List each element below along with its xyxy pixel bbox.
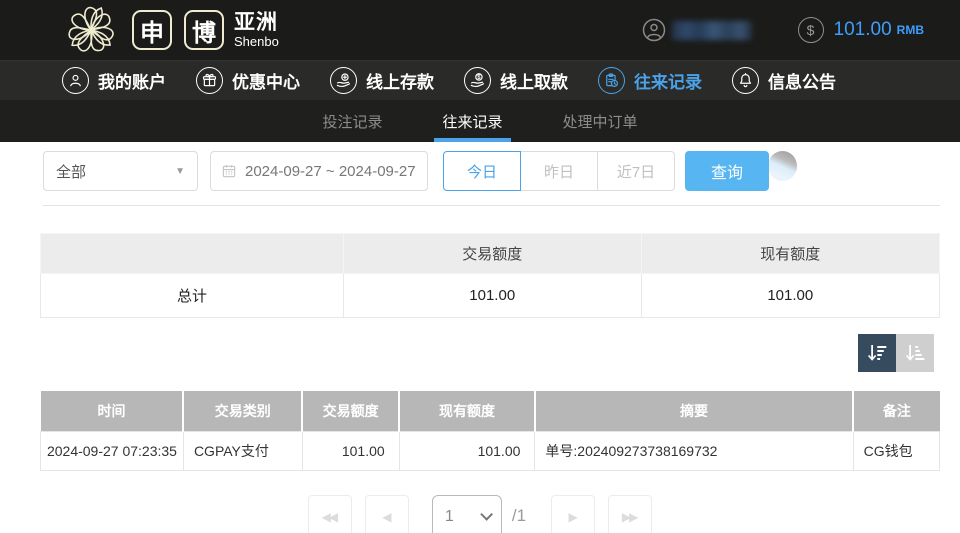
date-range-input[interactable]: 2024-09-27 ~ 2024-09-27 xyxy=(210,151,428,191)
cell-summary: 单号:202409273738169732 xyxy=(535,431,853,470)
pagination: ◀◀ ◀ 1 /1 ▶ ▶▶ xyxy=(0,495,960,533)
summary-total-label: 总计 xyxy=(41,274,344,318)
sort-descending-button[interactable] xyxy=(858,334,896,372)
nav-label: 线上存款 xyxy=(366,68,434,93)
type-filter-select[interactable]: 全部 ▼ xyxy=(43,151,198,191)
username-redacted[interactable] xyxy=(672,21,752,40)
sort-descending-icon xyxy=(865,341,889,365)
quick-date-buttons: 今日 昨日 近7日 xyxy=(443,151,675,191)
page-total-label: /1 xyxy=(512,506,526,526)
sort-ascending-button[interactable] xyxy=(896,334,934,372)
logo-brand-text: Shenbo xyxy=(234,35,279,48)
dollar-coin-icon: $ xyxy=(798,17,824,43)
nav-item-announcements[interactable]: 信息公告 xyxy=(732,67,836,94)
filter-row: 全部 ▼ 2024-09-27 ~ 2024-09-27 今日 昨日 近7日 查… xyxy=(43,151,960,191)
sort-ascending-icon xyxy=(903,341,927,365)
summary-total-row: 总计 101.00 101.00 xyxy=(41,274,940,318)
col-current-amount: 现有额度 xyxy=(399,391,535,431)
nav-item-withdraw[interactable]: $ 线上取款 xyxy=(464,67,568,94)
cell-time: 2024-09-27 07:23:35 xyxy=(41,431,184,470)
col-remark: 备注 xyxy=(853,391,939,431)
site-logo[interactable]: 申 博 亚洲 Shenbo xyxy=(62,2,279,58)
summary-header-current-amount: 现有额度 xyxy=(641,234,939,274)
user-icon xyxy=(62,67,89,94)
table-row: 2024-09-27 07:23:35 CGPAY支付 101.00 101.0… xyxy=(41,431,940,470)
chevron-down-icon: ▼ xyxy=(175,166,185,177)
balance-amount[interactable]: 101.00 xyxy=(834,19,892,41)
cell-current-amount: 101.00 xyxy=(399,431,535,470)
logo-char-box: 博 xyxy=(184,10,224,50)
page-select-value: 1 xyxy=(445,508,454,526)
withdraw-hand-coin-icon: $ xyxy=(464,67,491,94)
nav-item-transaction-records[interactable]: 往来记录 xyxy=(598,67,702,94)
cell-remark: CG钱包 xyxy=(853,431,939,470)
summary-header-trade-amount: 交易额度 xyxy=(343,234,641,274)
cell-type: CGPAY支付 xyxy=(183,431,302,470)
content-area: 全部 ▼ 2024-09-27 ~ 2024-09-27 今日 昨日 近7日 查… xyxy=(0,151,960,533)
nav-label: 往来记录 xyxy=(634,68,702,93)
nav-item-my-account[interactable]: 我的账户 xyxy=(62,67,166,94)
page: 申 博 亚洲 Shenbo $ 101.00 RMB xyxy=(0,0,960,533)
nav-item-promotions[interactable]: 优惠中心 xyxy=(196,67,300,94)
tab-processing-orders[interactable]: 处理中订单 xyxy=(555,100,646,142)
balance-currency: RMB xyxy=(897,23,924,37)
records-table: 时间 交易类别 交易额度 现有额度 摘要 备注 2024-09-27 07:23… xyxy=(40,391,940,471)
calendar-icon xyxy=(221,163,237,179)
date-range-value: 2024-09-27 ~ 2024-09-27 xyxy=(245,163,416,180)
page-select[interactable]: 1 xyxy=(432,495,502,533)
logo-region-text: 亚洲 xyxy=(234,12,279,33)
deposit-hand-coin-icon xyxy=(330,67,357,94)
nav-label: 优惠中心 xyxy=(232,68,300,93)
today-button[interactable]: 今日 xyxy=(443,151,521,191)
summary-trade-amount: 101.00 xyxy=(343,274,641,318)
prev-page-button[interactable]: ◀ xyxy=(365,495,409,533)
tab-betting-records[interactable]: 投注记录 xyxy=(314,100,390,142)
flower-logo-icon xyxy=(62,2,120,58)
first-page-button[interactable]: ◀◀ xyxy=(308,495,352,533)
tab-transaction-records[interactable]: 往来记录 xyxy=(434,100,510,142)
divider xyxy=(43,205,940,206)
nav-label: 信息公告 xyxy=(768,68,836,93)
nav-label: 线上取款 xyxy=(500,68,568,93)
sort-controls xyxy=(0,334,934,372)
user-avatar-icon[interactable] xyxy=(642,18,666,42)
nav-label: 我的账户 xyxy=(98,68,166,93)
col-type: 交易类别 xyxy=(183,391,302,431)
yesterday-button[interactable]: 昨日 xyxy=(520,151,598,191)
nav-item-deposit[interactable]: 线上存款 xyxy=(330,67,434,94)
summary-current-amount: 101.00 xyxy=(641,274,939,318)
chevron-down-icon xyxy=(480,508,493,521)
gift-icon xyxy=(196,67,223,94)
records-header-row: 时间 交易类别 交易额度 现有额度 摘要 备注 xyxy=(41,391,940,431)
main-nav: 我的账户 优惠中心 线上存款 $ 线上取款 往来记录 xyxy=(0,60,960,100)
last-page-button[interactable]: ▶▶ xyxy=(608,495,652,533)
summary-header-empty xyxy=(41,234,344,274)
cell-trade-amount: 101.00 xyxy=(302,431,399,470)
summary-table: 交易额度 现有额度 总计 101.00 101.00 xyxy=(40,233,940,318)
search-button[interactable]: 查询 xyxy=(685,151,769,191)
last-7-days-button[interactable]: 近7日 xyxy=(597,151,675,191)
col-trade-amount: 交易额度 xyxy=(302,391,399,431)
col-summary: 摘要 xyxy=(535,391,853,431)
type-filter-value: 全部 xyxy=(56,161,86,182)
sub-nav: 投注记录 往来记录 处理中订单 xyxy=(0,100,960,142)
records-clipboard-clock-icon xyxy=(598,67,625,94)
next-page-button[interactable]: ▶ xyxy=(551,495,595,533)
summary-header-row: 交易额度 现有额度 xyxy=(41,234,940,274)
col-time: 时间 xyxy=(41,391,184,431)
bell-icon xyxy=(732,67,759,94)
top-bar: 申 博 亚洲 Shenbo $ 101.00 RMB xyxy=(0,0,960,60)
logo-char-box: 申 xyxy=(132,10,172,50)
